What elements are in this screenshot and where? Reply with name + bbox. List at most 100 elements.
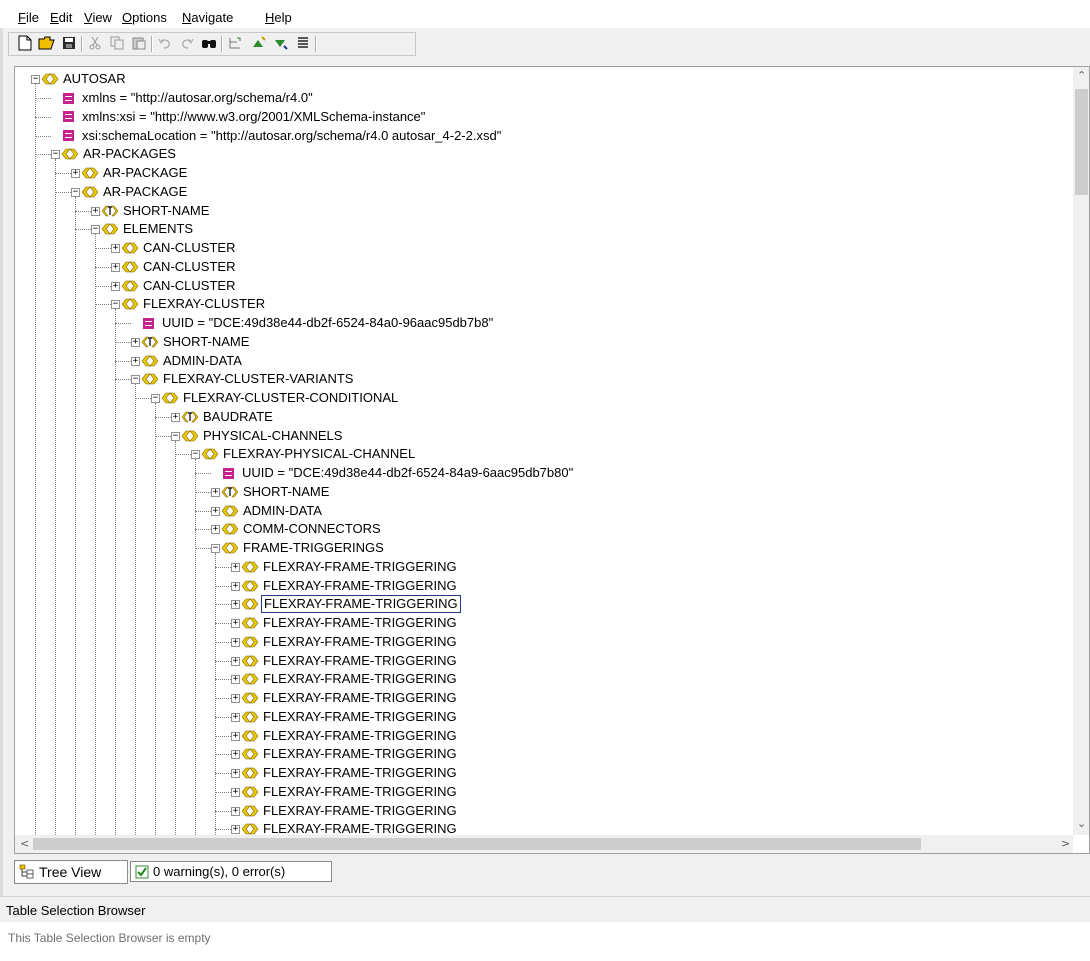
tree-node[interactable]: BAUDRATE [181,408,275,426]
menu-view[interactable]: View [84,10,112,26]
paste-button[interactable] [129,35,149,53]
horizontal-scrollbar[interactable]: < > [15,835,1073,853]
tree-node[interactable]: AUTOSAR [41,70,128,88]
tree-node[interactable]: FLEXRAY-CLUSTER-VARIANTS [141,370,355,388]
scroll-right-icon[interactable]: > [1061,837,1070,850]
tree-node[interactable]: ADMIN-DATA [141,352,244,370]
expand-icon[interactable]: + [211,506,220,516]
expand-icon[interactable]: + [231,731,240,741]
tree-node[interactable]: SHORT-NAME [101,202,211,220]
collapse-icon[interactable]: − [111,300,120,310]
save-button[interactable] [59,35,79,53]
move-up-button[interactable] [249,35,269,53]
tree-node[interactable]: FRAME-TRIGGERINGS [221,539,386,557]
tree-node[interactable]: FLEXRAY-CLUSTER [121,295,267,313]
expand-icon[interactable]: + [111,262,120,272]
tree-node[interactable]: FLEXRAY-FRAME-TRIGGERING [241,708,459,726]
tree-node[interactable]: FLEXRAY-FRAME-TRIGGERING [241,670,459,688]
collapse-icon[interactable]: − [91,225,100,235]
tree-node[interactable]: ELEMENTS [101,220,195,238]
expand-icon[interactable]: + [231,600,240,610]
move-down-button[interactable] [271,35,291,53]
new-file-button[interactable] [15,35,35,53]
tree-node[interactable]: FLEXRAY-FRAME-TRIGGERING [241,614,459,632]
copy-button[interactable] [107,35,127,53]
tree-view-panel[interactable]: − AUTOSAR xmlns = "http://autosar.org/sche… [14,66,1090,854]
vertical-scrollbar[interactable]: ⌃ ⌄ [1073,67,1089,835]
list-button[interactable] [293,35,313,53]
tree-node[interactable]: CAN-CLUSTER [121,258,237,276]
tree-node[interactable]: SHORT-NAME [141,333,251,351]
tree-node[interactable]: CAN-CLUSTER [121,277,237,295]
tree-node[interactable]: AR-PACKAGE [81,164,189,182]
scroll-left-icon[interactable]: < [20,837,29,850]
expand-icon[interactable]: + [231,656,240,666]
tree-node[interactable]: FLEXRAY-FRAME-TRIGGERING [241,595,461,614]
tree-node[interactable]: FLEXRAY-FRAME-TRIGGERING [241,783,459,801]
tree-node[interactable]: FLEXRAY-FRAME-TRIGGERING [241,764,459,782]
expand-icon[interactable]: + [111,281,120,291]
expand-icon[interactable]: + [231,581,240,591]
collapse-icon[interactable]: − [151,394,160,404]
tree-node[interactable]: FLEXRAY-FRAME-TRIGGERING [241,802,459,820]
tree-node[interactable]: FLEXRAY-FRAME-TRIGGERING [241,652,459,670]
menu-options[interactable]: Options [122,10,167,26]
expand-icon[interactable]: + [131,337,140,347]
menu-navigate[interactable]: Navigate [182,10,233,26]
tree-expand-button[interactable] [225,35,245,53]
tree-node[interactable]: COMM-CONNECTORS [221,520,383,538]
expand-icon[interactable]: + [71,169,80,179]
tree-node[interactable]: AR-PACKAGES [61,145,178,163]
tab-messages[interactable]: 0 warning(s), 0 error(s) [130,861,332,882]
expand-icon[interactable]: + [231,637,240,647]
tree-node[interactable]: FLEXRAY-FRAME-TRIGGERING [241,820,459,835]
tree-node[interactable]: FLEXRAY-FRAME-TRIGGERING [241,633,459,651]
collapse-icon[interactable]: − [131,375,140,385]
scroll-down-icon[interactable]: ⌄ [1077,817,1086,830]
tree-node[interactable]: SHORT-NAME [221,483,331,501]
expand-icon[interactable]: + [211,525,220,535]
vertical-scroll-thumb[interactable] [1075,89,1088,195]
expand-icon[interactable]: + [231,675,240,685]
find-button[interactable] [199,35,219,53]
tree-node[interactable]: PHYSICAL-CHANNELS [181,427,344,445]
tree-node[interactable]: UUID = "DCE:49d38e44-db2f-6524-84a0-96aa… [143,314,495,332]
expand-icon[interactable]: + [91,206,100,216]
expand-icon[interactable]: + [231,562,240,572]
tree-node[interactable]: FLEXRAY-FRAME-TRIGGERING [241,727,459,745]
cut-button[interactable] [85,35,105,53]
horizontal-scroll-thumb[interactable] [33,838,921,850]
tree-node[interactable]: xsi:schemaLocation = "http://autosar.org… [63,127,503,145]
expand-icon[interactable]: + [231,750,240,760]
tree-node[interactable]: FLEXRAY-FRAME-TRIGGERING [241,745,459,763]
collapse-icon[interactable]: − [71,187,80,197]
tree-node[interactable]: CAN-CLUSTER [121,239,237,257]
expand-icon[interactable]: + [231,694,240,704]
collapse-icon[interactable]: − [51,150,60,160]
tree-node[interactable]: FLEXRAY-CLUSTER-CONDITIONAL [161,389,400,407]
menu-edit[interactable]: Edit [50,10,72,26]
redo-button[interactable] [177,35,197,53]
tree-node[interactable]: UUID = "DCE:49d38e44-db2f-6524-84a9-6aac… [223,464,575,482]
expand-icon[interactable]: + [231,825,240,835]
expand-icon[interactable]: + [211,487,220,497]
expand-icon[interactable]: + [111,244,120,254]
collapse-icon[interactable]: − [31,75,40,85]
tree-node[interactable]: FLEXRAY-FRAME-TRIGGERING [241,577,459,595]
tree-node[interactable]: xmlns = "http://autosar.org/schema/r4.0" [63,89,315,107]
menu-help[interactable]: Help [265,10,292,26]
tree-node[interactable]: FLEXRAY-PHYSICAL-CHANNEL [201,445,417,463]
scroll-up-icon[interactable]: ⌃ [1077,69,1086,82]
expand-icon[interactable]: + [171,412,180,422]
expand-icon[interactable]: + [131,356,140,366]
collapse-icon[interactable]: − [211,544,220,554]
collapse-icon[interactable]: − [191,450,200,460]
tree-node[interactable]: xmlns:xsi = "http://www.w3.org/2001/XMLS… [63,108,427,126]
undo-button[interactable] [155,35,175,53]
tree-node[interactable]: FLEXRAY-FRAME-TRIGGERING [241,558,459,576]
expand-icon[interactable]: + [231,806,240,816]
tab-tree-view[interactable]: Tree View [14,860,128,884]
open-folder-button[interactable] [37,35,57,53]
tree-node[interactable]: ADMIN-DATA [221,502,324,520]
expand-icon[interactable]: + [231,712,240,722]
